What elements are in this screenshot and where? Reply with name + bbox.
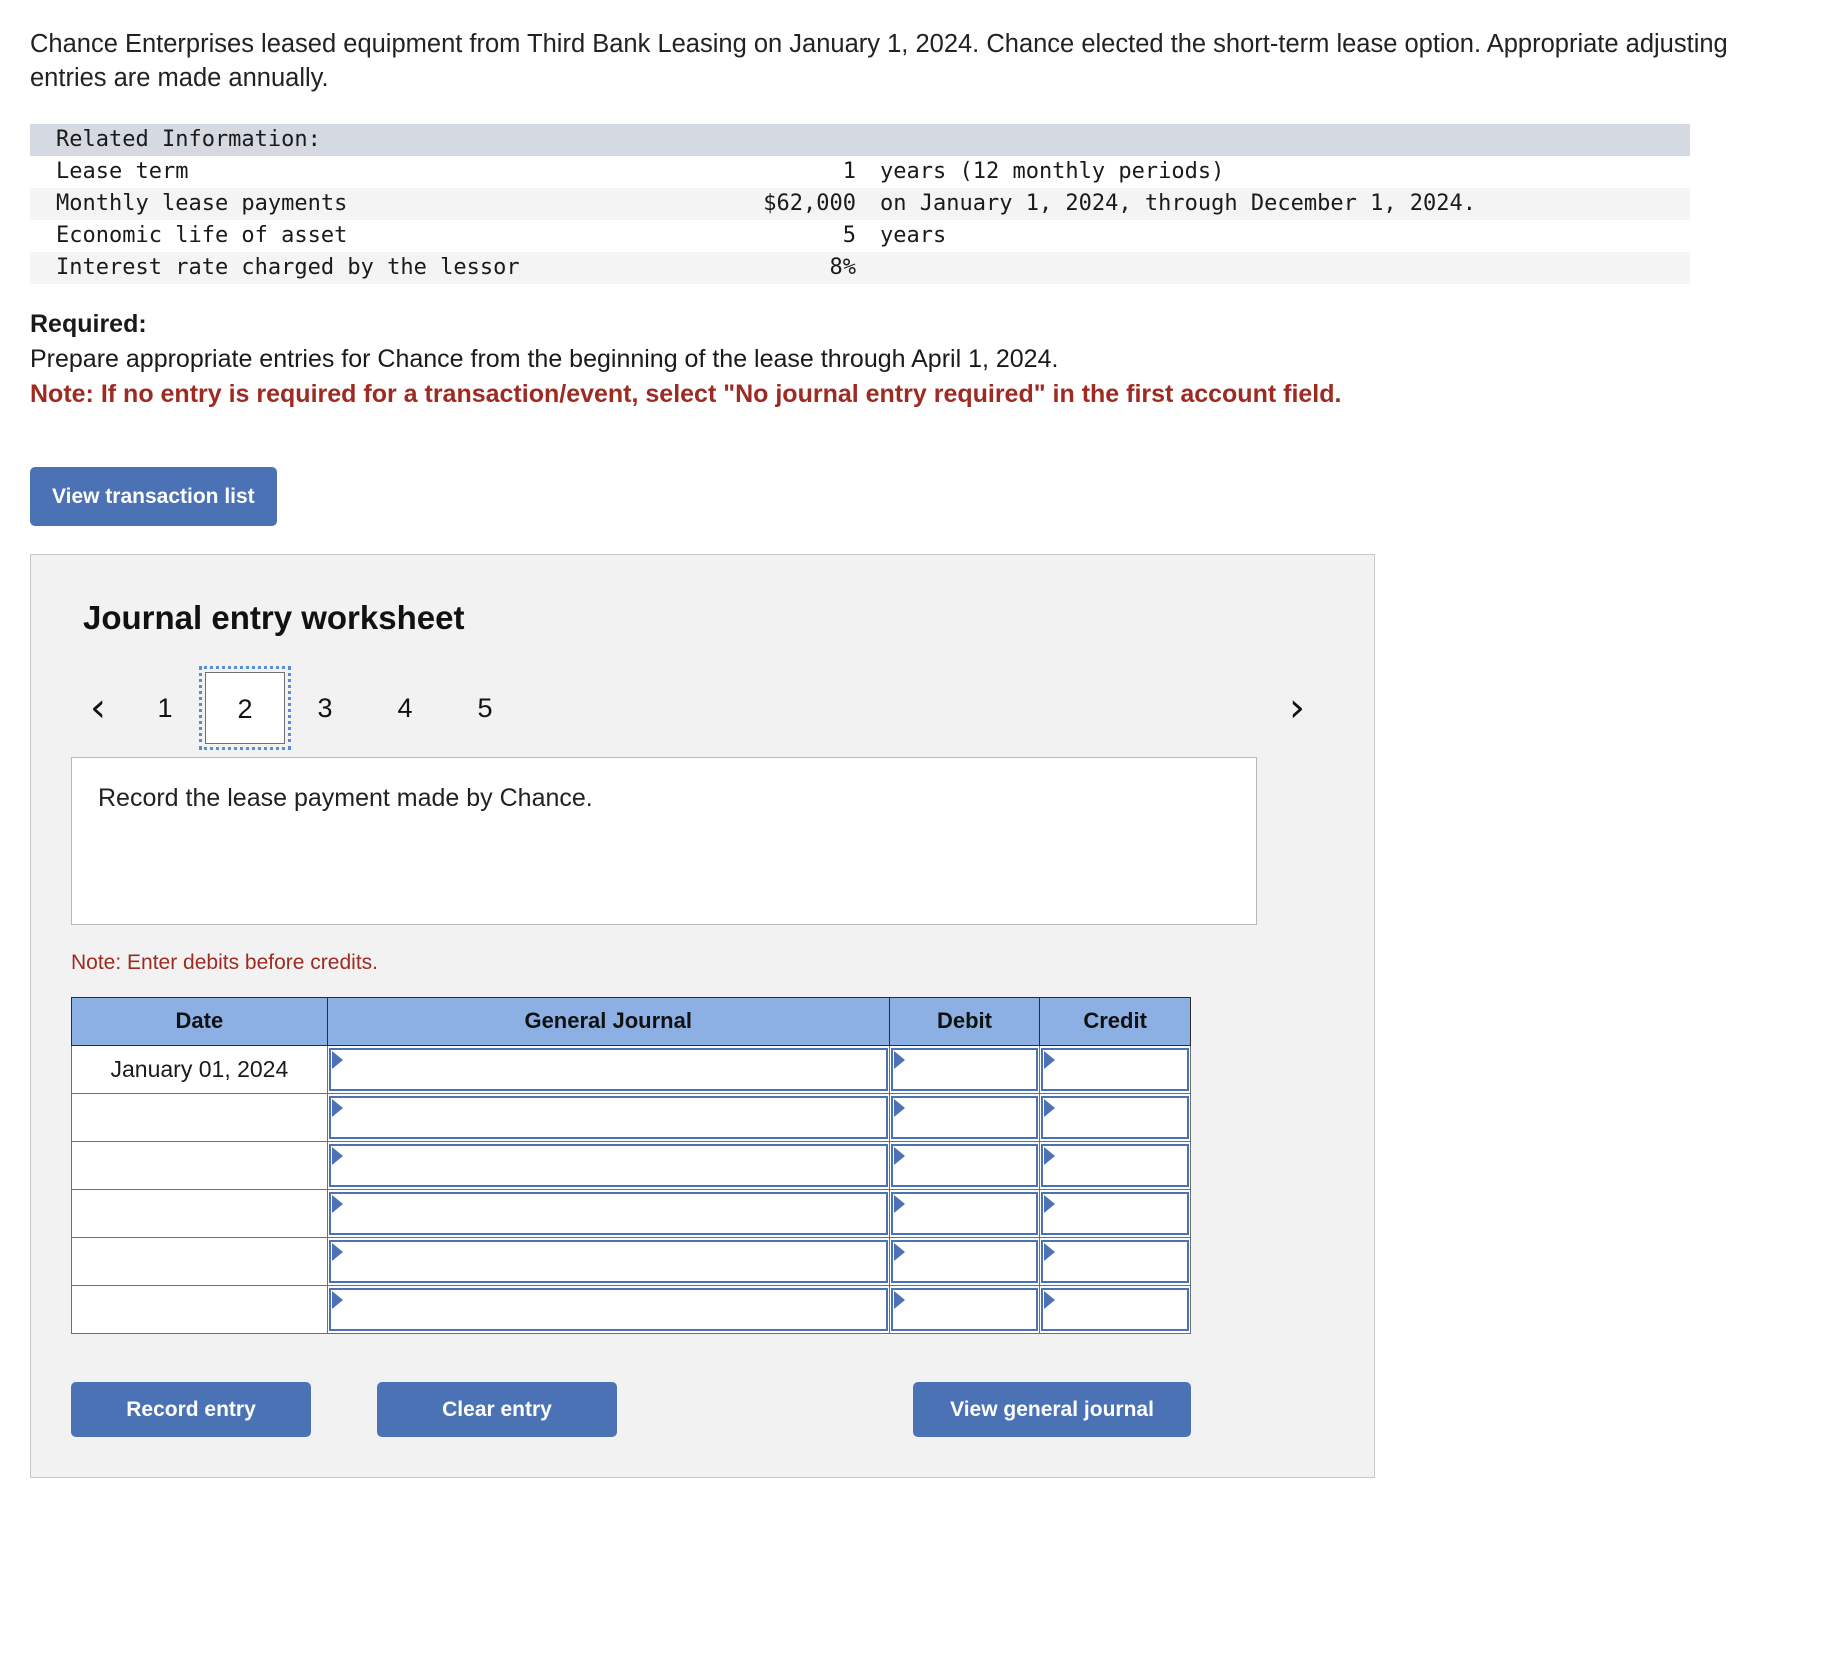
pager-page-3[interactable]: 3 [285,672,365,744]
journal-entry-worksheet-panel: Journal entry worksheet ‹ 1 2 3 4 5 › Re… [30,553,1375,1478]
pager-page-5[interactable]: 5 [445,672,525,744]
table-row: Interest rate charged by the lessor 8% [30,251,1690,284]
economic-life-value: 5 [842,222,856,248]
journal-entry-table: Date General Journal Debit Credit Januar… [71,996,1191,1334]
column-header-credit: Credit [1039,996,1191,1046]
general-journal-cell-row-5[interactable] [326,1236,890,1286]
credit-cell-row-2[interactable] [1039,1092,1191,1142]
economic-life-label: Economic life of asset [56,222,348,248]
debit-input-row-5[interactable] [890,1239,1039,1283]
account-select-row-3[interactable] [328,1143,888,1187]
journal-table-header-row: Date General Journal Debit Credit [71,996,1191,1046]
table-row: Monthly lease payments $62,000 on Januar… [30,187,1690,220]
view-general-journal-button[interactable]: View general journal [913,1381,1191,1437]
table-row: Economic life of asset 5 years [30,220,1690,252]
debit-cell-row-4[interactable] [888,1188,1041,1238]
worksheet-title: Journal entry worksheet [83,598,465,636]
economic-life-note: years [880,222,947,248]
credit-cell-row-5[interactable] [1039,1236,1191,1286]
worksheet-action-buttons: Record entry Clear entry View general jo… [71,1381,1191,1437]
table-row [71,1236,1191,1286]
debit-cell-row-6[interactable] [888,1284,1041,1334]
lease-term-value: 1 [842,158,856,184]
debit-input-row-6[interactable] [890,1287,1039,1331]
general-journal-cell-row-6[interactable] [326,1284,890,1334]
account-select-row-2[interactable] [328,1095,888,1139]
debit-input-row-2[interactable] [890,1095,1039,1139]
required-note: Note: If no entry is required for a tran… [30,379,1342,408]
required-instruction: Prepare appropriate entries for Chance f… [30,344,1059,373]
monthly-lease-payments-label: Monthly lease payments [56,190,348,216]
debit-input-row-3[interactable] [890,1143,1039,1187]
account-select-row-4[interactable] [328,1191,888,1235]
column-header-general-journal: General Journal [326,996,890,1046]
monthly-lease-payments-value: $62,000 [763,190,856,216]
clear-entry-button[interactable]: Clear entry [377,1381,617,1437]
credit-cell-row-4[interactable] [1039,1188,1191,1238]
debit-input-row-1[interactable] [890,1047,1039,1091]
debit-credit-note: Note: Enter debits before credits. [71,950,378,974]
column-header-date: Date [71,996,328,1046]
interest-rate-value: 8% [829,254,857,280]
table-row: Lease term 1 years (12 monthly periods) [30,156,1690,188]
account-select-row-5[interactable] [328,1239,888,1283]
credit-input-row-4[interactable] [1041,1191,1189,1235]
interest-rate-label: Interest rate charged by the lessor [56,254,520,280]
general-journal-cell-row-2[interactable] [326,1092,890,1142]
related-information-header-row: Related Information: [30,123,1690,156]
credit-cell-row-1[interactable] [1039,1044,1191,1094]
table-row [71,1188,1191,1238]
related-information-header: Related Information: [56,126,321,152]
debit-input-row-4[interactable] [890,1191,1039,1235]
credit-input-row-3[interactable] [1041,1143,1189,1187]
table-row [71,1092,1191,1142]
credit-input-row-5[interactable] [1041,1239,1189,1283]
credit-cell-row-6[interactable] [1039,1284,1191,1334]
debit-cell-row-2[interactable] [888,1092,1041,1142]
credit-input-row-2[interactable] [1041,1095,1189,1139]
debit-cell-row-5[interactable] [888,1236,1041,1286]
debit-cell-row-3[interactable] [888,1140,1041,1190]
pager-page-2[interactable]: 2 [199,665,291,750]
lease-term-note: years (12 monthly periods) [880,158,1225,184]
table-row: January 01, 2024 [71,1044,1191,1094]
date-cell-row-4[interactable] [71,1188,328,1238]
interest-rate-note [856,252,1690,284]
related-information-table: Related Information: Lease term 1 years … [30,123,1690,284]
credit-input-row-1[interactable] [1041,1047,1189,1091]
credit-cell-row-3[interactable] [1039,1140,1191,1190]
lease-term-label: Lease term [56,158,189,184]
question-page: Chance Enterprises leased equipment from… [0,0,1835,1478]
date-cell-row-1[interactable]: January 01, 2024 [71,1044,328,1094]
pager-page-4[interactable]: 4 [365,672,445,744]
debit-cell-row-1[interactable] [888,1044,1041,1094]
date-cell-row-6[interactable] [71,1284,328,1334]
worksheet-pager: ‹ 1 2 3 4 5 › [71,665,1334,750]
date-cell-row-2[interactable] [71,1092,328,1142]
intro-paragraph: Chance Enterprises leased equipment from… [30,30,1728,92]
required-title: Required: [30,309,147,338]
account-select-row-6[interactable] [328,1287,888,1331]
chevron-left-icon[interactable]: ‹ [71,688,125,728]
credit-input-row-6[interactable] [1041,1287,1189,1331]
table-row [71,1140,1191,1190]
chevron-right-icon[interactable]: › [1270,688,1324,728]
view-transaction-list-button[interactable]: View transaction list [30,466,277,526]
record-entry-button[interactable]: Record entry [71,1381,311,1437]
pager-page-1[interactable]: 1 [125,672,205,744]
account-select-row-1[interactable] [328,1047,888,1091]
general-journal-cell-row-3[interactable] [326,1140,890,1190]
table-row [71,1284,1191,1334]
general-journal-cell-row-1[interactable] [326,1044,890,1094]
transaction-description-box: Record the lease payment made by Chance. [71,756,1257,925]
monthly-lease-payments-note: on January 1, 2024, through December 1, … [880,190,1477,216]
general-journal-cell-row-4[interactable] [326,1188,890,1238]
column-header-debit: Debit [888,996,1041,1046]
date-cell-row-5[interactable] [71,1236,328,1286]
date-cell-row-3[interactable] [71,1140,328,1190]
